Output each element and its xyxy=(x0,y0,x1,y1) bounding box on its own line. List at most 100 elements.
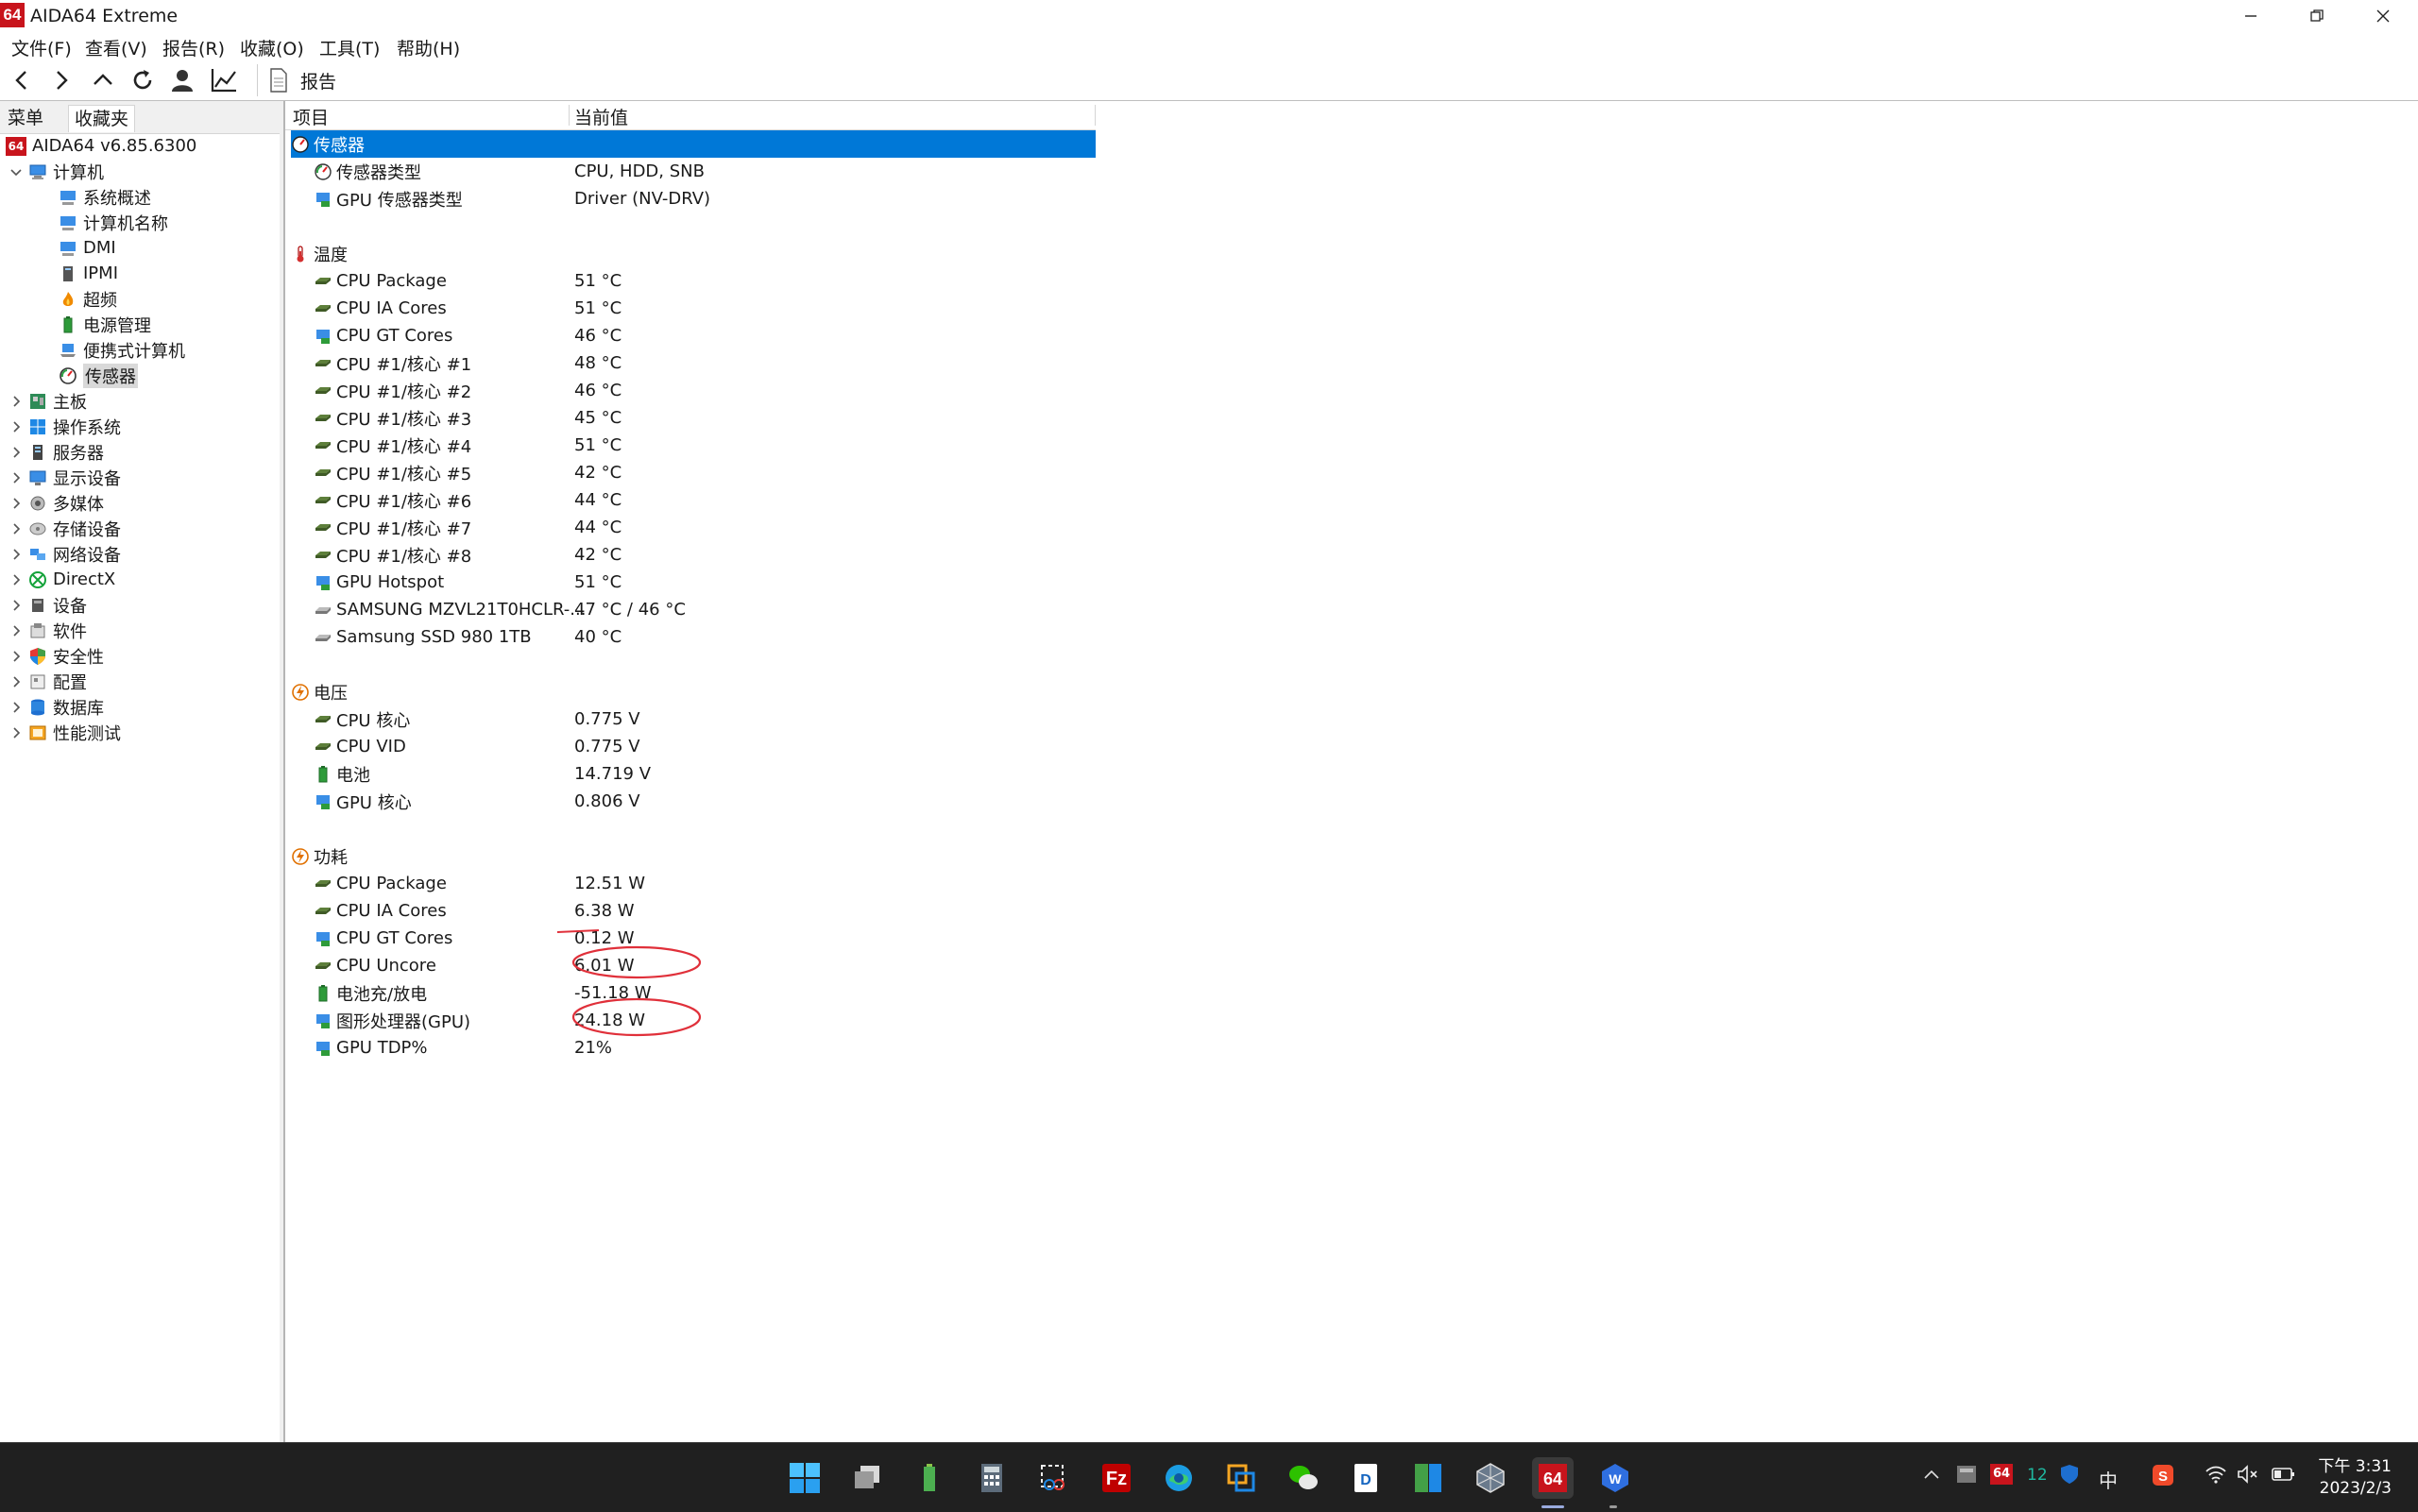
show-hidden-icons-icon[interactable] xyxy=(1923,1466,1940,1486)
filezilla-icon[interactable]: Fz xyxy=(1096,1457,1137,1499)
section-voltage[interactable]: 电压 xyxy=(285,678,1096,705)
tree-item-computer[interactable]: 计算机 xyxy=(9,159,104,184)
tree-item-dmi[interactable]: DMI xyxy=(59,235,116,261)
back-icon[interactable] xyxy=(6,64,38,96)
column-value[interactable]: 当前值 xyxy=(574,104,628,129)
table-row[interactable]: GPU 核心 0.806 V xyxy=(285,788,1096,815)
table-row[interactable]: CPU #1/核心 #8 42 °C xyxy=(285,541,1096,569)
chevron-right-icon[interactable] xyxy=(9,522,23,535)
battery-tray-icon[interactable] xyxy=(2271,1464,2297,1489)
chevron-right-icon[interactable] xyxy=(9,446,23,459)
tree-item-power[interactable]: 电源管理 xyxy=(59,312,151,337)
shield-tray-icon[interactable] xyxy=(2059,1464,2080,1489)
up-icon[interactable] xyxy=(87,64,119,96)
tree-item-software[interactable]: 软件 xyxy=(9,618,87,643)
task-view-icon[interactable] xyxy=(846,1457,888,1499)
table-row[interactable]: CPU #1/核心 #4 51 °C xyxy=(285,432,1096,459)
table-row[interactable]: 电池 14.719 V xyxy=(285,760,1096,788)
chevron-right-icon[interactable] xyxy=(9,599,23,612)
chevron-right-icon[interactable] xyxy=(9,675,23,688)
table-row[interactable]: CPU #1/核心 #1 48 °C xyxy=(285,349,1096,377)
tray-app-icon[interactable] xyxy=(1955,1464,1978,1489)
tree-item-devices[interactable]: 设备 xyxy=(9,592,87,618)
clock-time[interactable]: 下午 3:31 xyxy=(2318,1453,2392,1476)
snipping-tool-icon[interactable] xyxy=(1033,1457,1075,1499)
tree-item-database[interactable]: 数据库 xyxy=(9,694,104,720)
tree-item-os[interactable]: 操作系统 xyxy=(9,414,121,439)
section-temperature[interactable]: 温度 xyxy=(285,240,1096,267)
chevron-right-icon[interactable] xyxy=(9,726,23,739)
chevron-right-icon[interactable] xyxy=(9,497,23,510)
tree-item-overclock[interactable]: 超频 xyxy=(59,286,117,312)
chevron-right-icon[interactable] xyxy=(9,395,23,408)
table-row[interactable]: CPU #1/核心 #3 45 °C xyxy=(285,404,1096,432)
virtualbox-icon[interactable] xyxy=(1470,1457,1511,1499)
start-icon[interactable] xyxy=(784,1457,826,1499)
chevron-down-icon[interactable] xyxy=(9,165,23,178)
tree-item-config[interactable]: 配置 xyxy=(9,669,87,694)
report-icon[interactable] xyxy=(263,64,295,96)
chevron-right-icon[interactable] xyxy=(9,471,23,484)
tree-item-storage[interactable]: 存储设备 xyxy=(9,516,121,541)
table-row[interactable]: 传感器类型 CPU, HDD, SNB xyxy=(285,158,1096,185)
app-icon-orange[interactable] xyxy=(1220,1457,1262,1499)
tree-item-server[interactable]: 服务器 xyxy=(9,439,104,465)
tree-item-ipmi[interactable]: IPMI xyxy=(59,261,118,286)
document-app-icon[interactable]: D xyxy=(1345,1457,1387,1499)
minimize-button[interactable] xyxy=(2218,0,2284,32)
calculator-icon[interactable] xyxy=(971,1457,1013,1499)
restore-button[interactable] xyxy=(2284,0,2350,32)
tree-item-computer-name[interactable]: 计算机名称 xyxy=(59,210,168,235)
table-row[interactable]: SAMSUNG MZVL21T0HCLR-... 47 °C / 46 °C xyxy=(285,596,1096,623)
tree-item-network[interactable]: 网络设备 xyxy=(9,541,121,567)
menu-report[interactable]: 报告(R) xyxy=(162,35,225,60)
table-row[interactable]: CPU Package 12.51 W xyxy=(285,870,1096,897)
app-icon-green[interactable] xyxy=(1407,1457,1449,1499)
refresh-icon[interactable] xyxy=(127,64,159,96)
sogou-icon[interactable]: S xyxy=(2152,1464,2174,1491)
chevron-right-icon[interactable] xyxy=(9,548,23,561)
report-button-label[interactable]: 报告 xyxy=(300,68,336,93)
table-row[interactable]: CPU #1/核心 #2 46 °C xyxy=(285,377,1096,404)
tree-item-multimedia[interactable]: 多媒体 xyxy=(9,490,104,516)
battery-app-icon[interactable] xyxy=(909,1457,950,1499)
wechat-icon[interactable] xyxy=(1283,1457,1324,1499)
tree-item-directx[interactable]: DirectX xyxy=(9,567,115,592)
tree-item-benchmark[interactable]: 性能测试 xyxy=(9,720,121,745)
tree-item-security[interactable]: 安全性 xyxy=(9,643,104,669)
clock-date[interactable]: 2023/2/3 xyxy=(2320,1479,2392,1498)
volume-muted-icon[interactable] xyxy=(2237,1464,2259,1489)
column-divider[interactable] xyxy=(569,105,570,126)
close-button[interactable] xyxy=(2350,0,2416,32)
chart-icon[interactable] xyxy=(208,64,240,96)
table-row[interactable]: CPU GT Cores 46 °C xyxy=(285,322,1096,349)
tree-item-motherboard[interactable]: 主板 xyxy=(9,388,87,414)
tab-favorites[interactable]: 收藏夹 xyxy=(68,105,136,132)
table-row[interactable]: CPU #1/核心 #5 42 °C xyxy=(285,459,1096,486)
aida64-taskbar-icon[interactable]: 64 xyxy=(1532,1457,1574,1499)
tree-item-portable[interactable]: 便携式计算机 xyxy=(59,337,185,363)
menu-favorites[interactable]: 收藏(O) xyxy=(240,35,304,60)
table-row[interactable]: CPU #1/核心 #6 44 °C xyxy=(285,486,1096,514)
chevron-right-icon[interactable] xyxy=(9,624,23,637)
table-row[interactable]: GPU Hotspot 51 °C xyxy=(285,569,1096,596)
tab-menu[interactable]: 菜单 xyxy=(2,105,49,131)
edge-icon[interactable] xyxy=(1158,1457,1200,1499)
table-row[interactable]: CPU Package 51 °C xyxy=(285,267,1096,295)
chevron-right-icon[interactable] xyxy=(9,701,23,714)
tree-item-root[interactable]: 64 AIDA64 v6.85.6300 xyxy=(6,133,196,159)
chevron-right-icon[interactable] xyxy=(9,573,23,586)
table-row[interactable]: Samsung SSD 980 1TB 40 °C xyxy=(285,623,1096,651)
aida64-tray-icon[interactable]: 64 xyxy=(1990,1464,2013,1485)
wifi-icon[interactable] xyxy=(2205,1464,2227,1489)
tray-counter[interactable]: 12 xyxy=(2027,1466,2048,1485)
chevron-right-icon[interactable] xyxy=(9,650,23,663)
menu-tools[interactable]: 工具(T) xyxy=(319,35,380,60)
forward-icon[interactable] xyxy=(45,64,77,96)
tree-item-display[interactable]: 显示设备 xyxy=(9,465,121,490)
table-row[interactable]: CPU IA Cores 51 °C xyxy=(285,295,1096,322)
wps-icon[interactable]: W xyxy=(1594,1457,1636,1499)
column-divider[interactable] xyxy=(1095,105,1096,126)
menu-view[interactable]: 查看(V) xyxy=(85,35,147,60)
tree-item-sensor[interactable]: 传感器 xyxy=(59,363,138,388)
